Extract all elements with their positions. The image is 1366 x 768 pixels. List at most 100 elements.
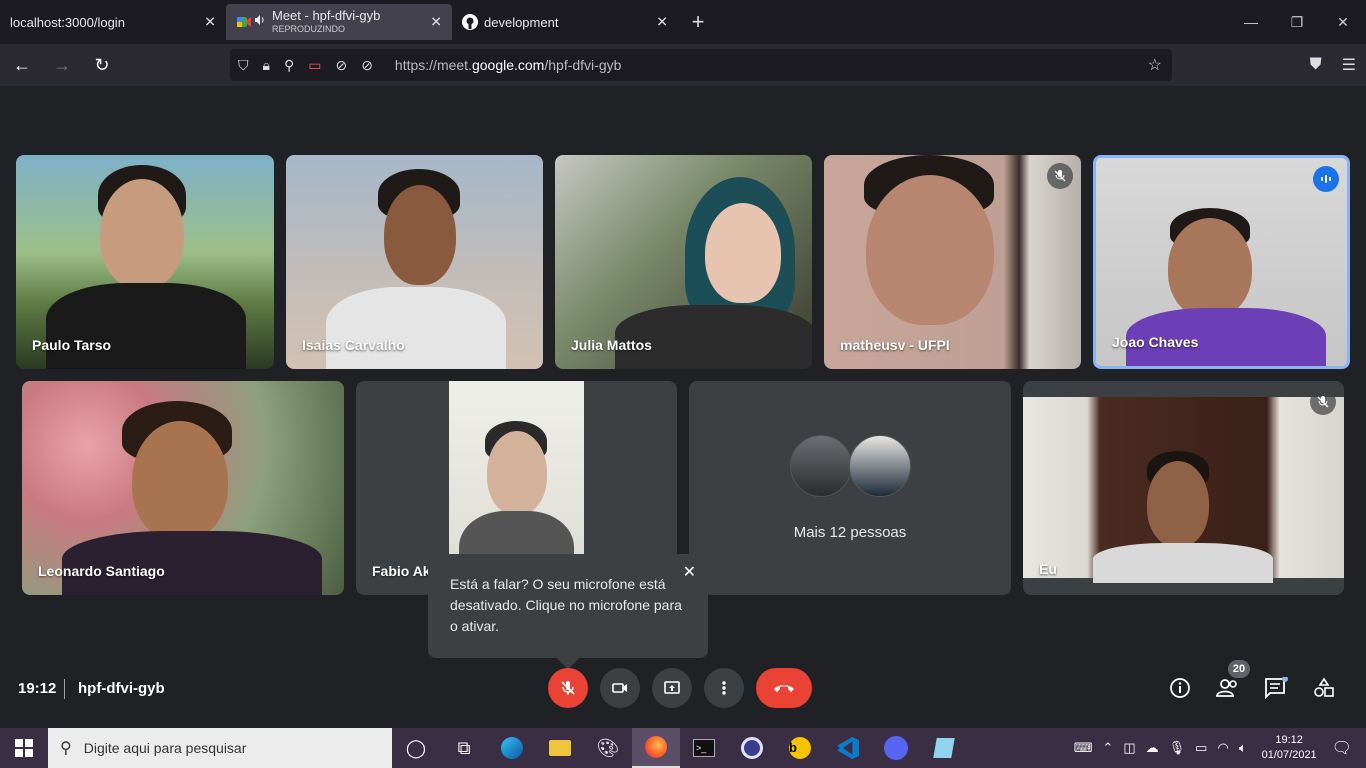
tab-title: Meet - hpf-dfvi-gyb: [272, 7, 381, 23]
participant-name: Eu: [1039, 561, 1057, 577]
person-face: [1168, 218, 1252, 318]
paint-icon[interactable]: 🎨︎: [584, 728, 632, 768]
task-view-icon[interactable]: ⧉: [440, 728, 488, 768]
tooltip-text: Está a falar? O seu microfone está desat…: [450, 576, 682, 634]
close-icon[interactable]: ✕: [204, 14, 216, 31]
system-clock[interactable]: 19:12 01/07/2021: [1262, 733, 1317, 763]
more-people-label: Mais 12 pessoas: [793, 524, 907, 541]
wifi-icon[interactable]: ◠: [1217, 740, 1228, 756]
mic-muted-icon: [1047, 163, 1073, 189]
participant-tile[interactable]: Paulo Tarso: [16, 155, 274, 369]
speaker-icon[interactable]: [254, 14, 266, 30]
permissions-icon[interactable]: ⚲: [284, 57, 294, 74]
camera-icon: [612, 683, 627, 693]
close-window-icon[interactable]: ✕: [1320, 0, 1366, 44]
person-face: [866, 175, 994, 325]
close-icon[interactable]: ✕: [656, 14, 668, 31]
keyboard-icon[interactable]: ⌨: [1074, 740, 1093, 756]
self-tile[interactable]: Eu: [1023, 381, 1344, 595]
tab-meet[interactable]: Meet - hpf-dfvi-gyb REPRODUZINDO ✕: [226, 4, 452, 40]
more-options-button[interactable]: [704, 668, 744, 708]
edge-icon[interactable]: [488, 728, 536, 768]
more-vert-icon: [722, 681, 726, 695]
battery-icon[interactable]: ▭: [1195, 740, 1207, 756]
people-icon: [1216, 679, 1237, 697]
cortana-icon[interactable]: ◯: [392, 728, 440, 768]
minimize-icon[interactable]: —: [1228, 0, 1274, 44]
participant-tile[interactable]: Isaias Carvalho: [286, 155, 543, 369]
terminal-icon[interactable]: >_: [680, 728, 728, 768]
notes-icon[interactable]: [920, 728, 968, 768]
tab-development[interactable]: development ✕: [452, 0, 678, 44]
tab-title: development: [484, 14, 559, 30]
camera-tray-icon[interactable]: ◫: [1123, 740, 1135, 756]
person-face: [487, 431, 547, 515]
taskbar-search[interactable]: ⚲ Digite aqui para pesquisar: [48, 728, 392, 768]
mic-toggle-button[interactable]: [548, 668, 588, 708]
firefox-icon[interactable]: [632, 728, 680, 768]
camera-toggle-button[interactable]: [600, 668, 640, 708]
chat-button[interactable]: [1264, 676, 1288, 700]
avatar: [849, 435, 911, 497]
taskbar-apps: ◯ ⧉ 🎨︎ >_ b: [392, 728, 968, 768]
start-button[interactable]: [0, 728, 48, 768]
app-circle-icon[interactable]: [728, 728, 776, 768]
people-button[interactable]: [1216, 676, 1240, 700]
person-face: [100, 179, 184, 289]
close-icon[interactable]: ✕: [430, 14, 442, 31]
participant-count-badge: 20: [1228, 660, 1250, 678]
shield-icon[interactable]: ⛉: [238, 57, 249, 74]
participant-tile[interactable]: Leonardo Santiago: [22, 381, 344, 595]
close-icon[interactable]: ✕: [683, 562, 696, 583]
back-icon[interactable]: ←: [4, 47, 40, 83]
divider: [64, 679, 65, 699]
participant-name: matheusv - UFPI: [840, 337, 950, 353]
activities-button[interactable]: [1312, 676, 1336, 700]
meeting-details-button[interactable]: [1168, 676, 1192, 700]
menu-icon[interactable]: ☰: [1342, 55, 1356, 75]
more-people-tile[interactable]: Mais 12 pessoas: [689, 381, 1011, 595]
volume-icon[interactable]: 🔈︎: [1239, 740, 1247, 756]
avatar: [790, 435, 852, 497]
hangup-icon: [774, 685, 794, 692]
restore-icon[interactable]: ❐: [1274, 0, 1320, 44]
present-screen-button[interactable]: [652, 668, 692, 708]
participant-name: Leonardo Santiago: [38, 563, 165, 579]
participant-tile[interactable]: matheusv - UFPI: [824, 155, 1081, 369]
meet-stage: Paulo Tarso Isaias Carvalho Julia Mattos…: [0, 86, 1366, 728]
github-icon: [462, 14, 478, 30]
bookmark-star-icon[interactable]: ☆: [1148, 55, 1162, 75]
camera-active-icon[interactable]: ▭: [308, 57, 321, 74]
leave-call-button[interactable]: [756, 668, 812, 708]
lock-icon[interactable]: 🔒︎: [263, 57, 270, 74]
chevron-up-icon[interactable]: ⌃: [1102, 740, 1113, 756]
vscode-icon[interactable]: [824, 728, 872, 768]
person-face: [705, 203, 781, 303]
microphone-icon[interactable]: 🎙︎: [1169, 740, 1186, 756]
participant-tile[interactable]: Julia Mattos: [555, 155, 812, 369]
discord-icon[interactable]: [872, 728, 920, 768]
cloud-icon[interactable]: ☁: [1146, 740, 1159, 756]
participant-name: Julia Mattos: [571, 337, 652, 353]
reload-icon[interactable]: ↻: [84, 47, 120, 83]
person-face: [384, 185, 456, 285]
tab-playing-status: REPRODUZINDO: [272, 23, 346, 34]
camera-blocked-icon[interactable]: ⊘: [335, 57, 347, 74]
meet-favicon-icon: [236, 14, 252, 30]
autoplay-blocked-icon[interactable]: ⊘: [361, 57, 373, 74]
address-bar[interactable]: ⛉ 🔒︎ ⚲ ▭ ⊘ ⊘ https://meet.google.com/hpf…: [230, 49, 1172, 81]
new-tab-button[interactable]: +: [678, 0, 718, 44]
pocket-icon[interactable]: ⛊: [1310, 56, 1322, 74]
tab-title: localhost:3000/login: [10, 14, 125, 30]
notifications-icon[interactable]: 🗨︎: [1332, 738, 1352, 758]
navbar-right: ⛊ ☰: [1310, 44, 1356, 86]
meeting-code: hpf-dfvi-gyb: [78, 680, 165, 697]
forward-icon[interactable]: →: [44, 47, 80, 83]
participant-tile-speaking[interactable]: Joao Chaves: [1093, 155, 1350, 369]
person-face: [132, 421, 228, 541]
bitwarden-icon[interactable]: b: [776, 728, 824, 768]
file-explorer-icon[interactable]: [536, 728, 584, 768]
search-icon: ⚲: [60, 740, 72, 757]
tab-localhost[interactable]: localhost:3000/login ✕: [0, 0, 226, 44]
clock-time: 19:12: [1275, 734, 1303, 746]
